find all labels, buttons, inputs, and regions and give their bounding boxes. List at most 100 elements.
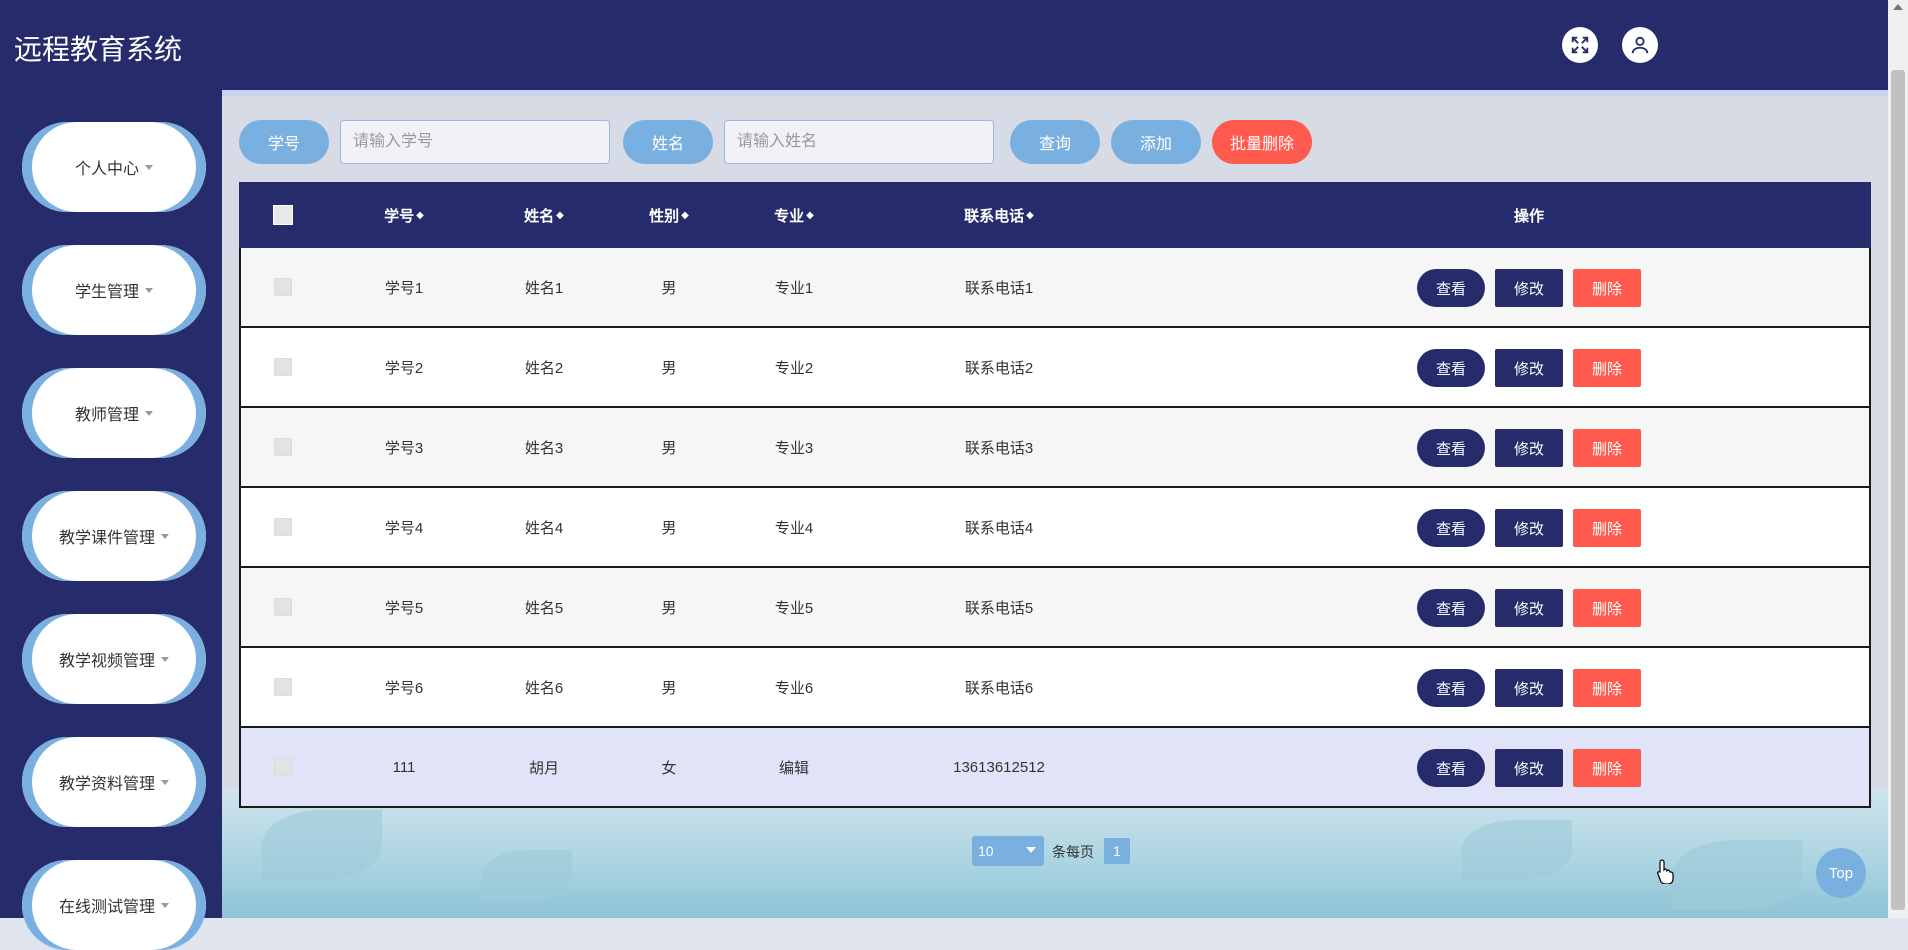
view-button[interactable]: 查看 bbox=[1417, 349, 1485, 387]
column-header-name[interactable]: 姓名 ◆ bbox=[489, 182, 599, 248]
back-to-top-button[interactable]: Top bbox=[1816, 848, 1866, 898]
page-scrollbar[interactable] bbox=[1888, 0, 1908, 918]
cell-major: 专业2 bbox=[774, 359, 814, 377]
cell-major: 专业6 bbox=[774, 679, 814, 697]
column-header-major[interactable]: 专业 ◆ bbox=[744, 182, 844, 248]
table-row: 学号6 姓名6 男 专业6 联系电话6 查看 修改 删除 bbox=[239, 648, 1871, 728]
edit-button[interactable]: 修改 bbox=[1495, 269, 1563, 307]
name-input[interactable] bbox=[724, 120, 994, 164]
batch-delete-button[interactable]: 批量删除 bbox=[1212, 120, 1312, 164]
add-button[interactable]: 添加 bbox=[1111, 120, 1201, 164]
row-checkbox[interactable] bbox=[274, 358, 292, 376]
cell-gender: 男 bbox=[661, 439, 677, 457]
chevron-down-icon bbox=[145, 410, 153, 416]
sidebar-item-student-management[interactable]: 学生管理 bbox=[22, 245, 206, 335]
student-id-input[interactable] bbox=[340, 120, 610, 164]
table-row: 111 胡月 女 编辑 13613612512 查看 修改 删除 bbox=[239, 728, 1871, 808]
chevron-down-icon bbox=[1026, 847, 1036, 853]
scroll-up-icon[interactable] bbox=[1893, 4, 1903, 10]
sort-icon: ◆ bbox=[416, 209, 424, 221]
edit-button[interactable]: 修改 bbox=[1495, 749, 1563, 787]
view-button[interactable]: 查看 bbox=[1417, 429, 1485, 467]
pagination: 10 条每页 1 bbox=[222, 836, 1888, 866]
cell-id: 学号5 bbox=[384, 599, 424, 617]
view-button[interactable]: 查看 bbox=[1417, 269, 1485, 307]
delete-button[interactable]: 删除 bbox=[1573, 589, 1641, 627]
view-button[interactable]: 查看 bbox=[1417, 509, 1485, 547]
name-label: 姓名 bbox=[623, 120, 713, 164]
column-header-gender[interactable]: 性别 ◆ bbox=[619, 182, 719, 248]
query-button[interactable]: 查询 bbox=[1010, 120, 1100, 164]
row-checkbox[interactable] bbox=[274, 678, 292, 696]
cell-id: 学号2 bbox=[384, 359, 424, 377]
row-checkbox[interactable] bbox=[274, 278, 292, 296]
sidebar-item-label: 学生管理 bbox=[74, 284, 139, 301]
delete-button[interactable]: 删除 bbox=[1573, 429, 1641, 467]
view-button[interactable]: 查看 bbox=[1417, 589, 1485, 627]
table-header: 学号 ◆ 姓名 ◆ 性别 ◆ 专业 ◆ 联系电话 ◆ 操作 bbox=[239, 182, 1871, 248]
sidebar-item-label: 教学视频管理 bbox=[58, 653, 155, 670]
delete-button[interactable]: 删除 bbox=[1573, 669, 1641, 707]
cell-id: 学号1 bbox=[384, 279, 424, 297]
sort-icon: ◆ bbox=[556, 209, 564, 221]
sidebar-item-personal-center[interactable]: 个人中心 bbox=[22, 122, 206, 212]
cell-phone: 联系电话5 bbox=[964, 599, 1034, 617]
cell-major: 专业5 bbox=[774, 599, 814, 617]
cell-id: 学号6 bbox=[384, 679, 424, 697]
page-size-select[interactable]: 10 bbox=[972, 836, 1044, 866]
sidebar-item-teacher-management[interactable]: 教师管理 bbox=[22, 368, 206, 458]
cell-major: 专业1 bbox=[774, 279, 814, 297]
sidebar-item-label: 在线测试管理 bbox=[58, 899, 155, 916]
sidebar-item-label: 教师管理 bbox=[74, 407, 139, 424]
cell-major: 专业4 bbox=[774, 519, 814, 537]
edit-button[interactable]: 修改 bbox=[1495, 589, 1563, 627]
fullscreen-button[interactable] bbox=[1562, 27, 1598, 63]
cell-name: 姓名6 bbox=[524, 679, 564, 697]
edit-button[interactable]: 修改 bbox=[1495, 349, 1563, 387]
user-button[interactable] bbox=[1622, 27, 1658, 63]
delete-button[interactable]: 删除 bbox=[1573, 269, 1641, 307]
sort-icon: ◆ bbox=[806, 209, 814, 221]
chevron-down-icon bbox=[145, 287, 153, 293]
edit-button[interactable]: 修改 bbox=[1495, 669, 1563, 707]
column-header-phone[interactable]: 联系电话 ◆ bbox=[929, 182, 1069, 248]
cell-name: 姓名3 bbox=[524, 439, 564, 457]
view-button[interactable]: 查看 bbox=[1417, 669, 1485, 707]
row-checkbox[interactable] bbox=[274, 438, 292, 456]
sort-icon: ◆ bbox=[681, 209, 689, 221]
cell-gender: 男 bbox=[661, 679, 677, 697]
cell-name: 姓名4 bbox=[524, 519, 564, 537]
expand-icon bbox=[1571, 36, 1589, 54]
delete-button[interactable]: 删除 bbox=[1573, 749, 1641, 787]
cell-major: 专业3 bbox=[774, 439, 814, 457]
scroll-thumb[interactable] bbox=[1891, 70, 1905, 910]
column-header-id[interactable]: 学号 ◆ bbox=[349, 182, 459, 248]
app-title: 远程教育系统 bbox=[14, 34, 183, 65]
sidebar-item-material-management[interactable]: 教学资料管理 bbox=[22, 737, 206, 827]
chevron-down-icon bbox=[161, 533, 169, 539]
view-button[interactable]: 查看 bbox=[1417, 749, 1485, 787]
table-row: 学号2 姓名2 男 专业2 联系电话2 查看 修改 删除 bbox=[239, 328, 1871, 408]
chevron-down-icon bbox=[161, 902, 169, 908]
edit-button[interactable]: 修改 bbox=[1495, 509, 1563, 547]
column-header-actions: 操作 bbox=[1513, 207, 1544, 225]
cell-id: 学号3 bbox=[384, 439, 424, 457]
sidebar-item-video-management[interactable]: 教学视频管理 bbox=[22, 614, 206, 704]
delete-button[interactable]: 删除 bbox=[1573, 509, 1641, 547]
delete-button[interactable]: 删除 bbox=[1573, 349, 1641, 387]
cell-phone: 联系电话4 bbox=[964, 519, 1034, 537]
per-page-label: 条每页 bbox=[1052, 844, 1094, 860]
student-id-label: 学号 bbox=[239, 120, 329, 164]
cell-gender: 男 bbox=[661, 599, 677, 617]
page-number-current[interactable]: 1 bbox=[1104, 838, 1130, 864]
cell-name: 姓名1 bbox=[524, 279, 564, 297]
cell-gender: 男 bbox=[661, 359, 677, 377]
sidebar-item-courseware-management[interactable]: 教学课件管理 bbox=[22, 491, 206, 581]
edit-button[interactable]: 修改 bbox=[1495, 429, 1563, 467]
row-checkbox[interactable] bbox=[274, 518, 292, 536]
cell-gender: 男 bbox=[661, 519, 677, 537]
row-checkbox[interactable] bbox=[274, 758, 292, 776]
row-checkbox[interactable] bbox=[274, 598, 292, 616]
sidebar-item-online-test-management[interactable]: 在线测试管理 bbox=[22, 860, 206, 950]
select-all-checkbox[interactable] bbox=[273, 205, 293, 225]
